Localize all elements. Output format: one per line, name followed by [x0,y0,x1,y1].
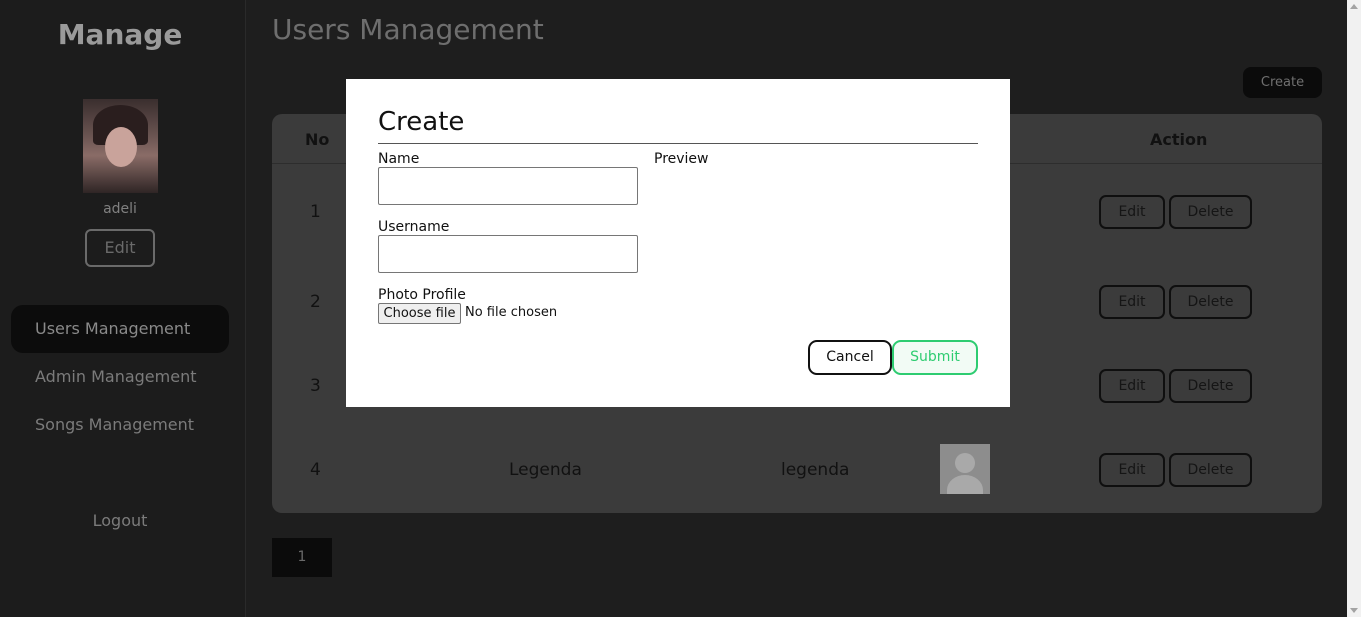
choose-file-button[interactable]: Choose file [378,303,461,324]
scroll-up-icon[interactable] [1350,4,1358,9]
name-field[interactable] [378,167,638,205]
file-status: No file chosen [465,305,558,320]
scroll-down-icon[interactable] [1350,608,1358,613]
page-scrollbar[interactable] [1347,0,1361,617]
preview-label: Preview [654,151,709,167]
username-field[interactable] [378,235,638,273]
name-label: Name [378,151,420,167]
create-modal: Create Name Preview Username Photo Profi… [346,79,1010,407]
modal-title: Create [378,107,465,137]
modal-divider [378,143,978,144]
cancel-button[interactable]: Cancel [808,340,892,375]
username-label: Username [378,219,450,235]
submit-button[interactable]: Submit [892,340,978,375]
photo-profile-label: Photo Profile [378,287,466,303]
